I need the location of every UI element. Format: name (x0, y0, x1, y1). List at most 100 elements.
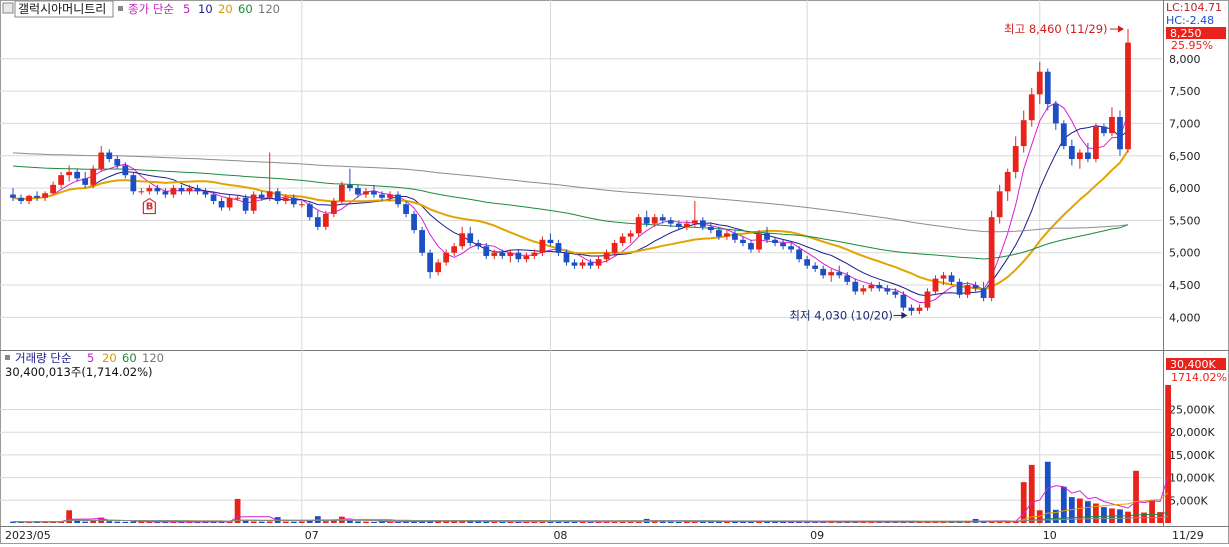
candle[interactable] (210, 194, 217, 202)
candle[interactable] (940, 275, 947, 279)
volume-bar[interactable] (250, 521, 257, 523)
volume-bar[interactable] (443, 521, 450, 523)
candle[interactable] (347, 184, 353, 189)
candle[interactable] (707, 226, 714, 231)
candle[interactable] (34, 195, 40, 198)
candle[interactable] (908, 307, 915, 311)
candle[interactable] (314, 217, 321, 227)
candle[interactable] (411, 213, 417, 231)
candle[interactable] (10, 194, 16, 198)
candle[interactable] (868, 285, 875, 289)
candle[interactable] (948, 275, 955, 282)
candle[interactable] (475, 243, 482, 247)
candle[interactable] (82, 178, 89, 185)
volume-bar[interactable] (724, 521, 730, 523)
candle[interactable] (499, 252, 506, 256)
candle[interactable] (218, 201, 225, 208)
candle[interactable] (1085, 152, 1091, 159)
candle[interactable] (587, 262, 594, 266)
volume-bar[interactable] (322, 521, 329, 523)
candle[interactable] (756, 233, 762, 250)
candle[interactable] (1060, 123, 1067, 147)
candle[interactable] (724, 233, 730, 237)
candle[interactable] (980, 288, 987, 298)
volume-bar[interactable] (298, 521, 305, 523)
candle[interactable] (651, 217, 658, 224)
candle[interactable] (1109, 116, 1115, 134)
volume-bar[interactable] (130, 521, 137, 523)
volume-bar[interactable] (1149, 500, 1155, 523)
candle[interactable] (290, 197, 297, 205)
candle[interactable] (90, 168, 97, 185)
candle[interactable] (555, 243, 562, 253)
candle[interactable] (1052, 104, 1059, 124)
candle[interactable] (491, 252, 498, 256)
volume-bar[interactable] (363, 521, 369, 523)
candle[interactable] (50, 184, 56, 194)
candle[interactable] (106, 152, 113, 159)
volume-bar[interactable] (1020, 482, 1027, 523)
candle[interactable] (322, 213, 329, 227)
candle[interactable] (988, 217, 995, 298)
candle[interactable] (338, 184, 345, 202)
candle[interactable] (691, 220, 698, 224)
candle[interactable] (659, 217, 666, 221)
candle[interactable] (306, 204, 313, 218)
volume-bar[interactable] (1085, 501, 1091, 523)
candle[interactable] (459, 233, 466, 247)
volume-bar[interactable] (675, 521, 682, 523)
volume-bar[interactable] (1165, 384, 1171, 523)
volume-bar[interactable] (290, 521, 297, 523)
candle[interactable] (18, 197, 24, 202)
candle[interactable] (547, 239, 554, 244)
candle[interactable] (74, 171, 81, 179)
candle[interactable] (387, 194, 393, 198)
candle[interactable] (130, 175, 137, 192)
candle[interactable] (266, 191, 273, 198)
candle[interactable] (852, 281, 859, 292)
candle[interactable] (748, 243, 754, 250)
candle[interactable] (531, 252, 538, 256)
candle[interactable] (379, 194, 385, 198)
volume-bar[interactable] (66, 510, 73, 523)
candle[interactable] (675, 223, 682, 227)
candle[interactable] (122, 165, 129, 176)
candle[interactable] (603, 252, 610, 260)
candle[interactable] (330, 201, 337, 214)
candle[interactable] (274, 191, 281, 202)
candle[interactable] (796, 249, 803, 260)
candle[interactable] (699, 220, 706, 227)
candle[interactable] (146, 188, 153, 192)
candle[interactable] (186, 188, 193, 192)
volume-bar[interactable] (1125, 511, 1131, 523)
candle[interactable] (772, 239, 778, 244)
volume-bar[interactable] (667, 521, 674, 523)
candle[interactable] (732, 233, 738, 240)
candle[interactable] (716, 230, 722, 237)
volume-bar[interactable] (306, 520, 313, 523)
volume-bar[interactable] (242, 520, 249, 523)
candle[interactable] (764, 233, 770, 240)
candle[interactable] (403, 204, 409, 214)
candle[interactable] (427, 252, 434, 273)
candle[interactable] (740, 239, 746, 244)
candle[interactable] (250, 194, 257, 211)
candle[interactable] (194, 188, 201, 192)
candle[interactable] (916, 307, 923, 311)
candle[interactable] (515, 252, 522, 260)
candle[interactable] (1068, 146, 1075, 159)
candle[interactable] (419, 230, 425, 253)
candle[interactable] (1004, 171, 1011, 192)
candle[interactable] (58, 175, 65, 185)
candle[interactable] (435, 262, 442, 273)
candle[interactable] (154, 188, 161, 192)
volume-bar[interactable] (258, 521, 265, 523)
volume-bar[interactable] (764, 521, 770, 523)
candle[interactable] (611, 243, 618, 253)
candle[interactable] (1036, 71, 1043, 95)
candle[interactable] (242, 197, 249, 211)
candle[interactable] (162, 191, 169, 195)
candle[interactable] (1020, 120, 1027, 147)
candle[interactable] (395, 194, 401, 205)
volume-bar[interactable] (571, 521, 578, 523)
